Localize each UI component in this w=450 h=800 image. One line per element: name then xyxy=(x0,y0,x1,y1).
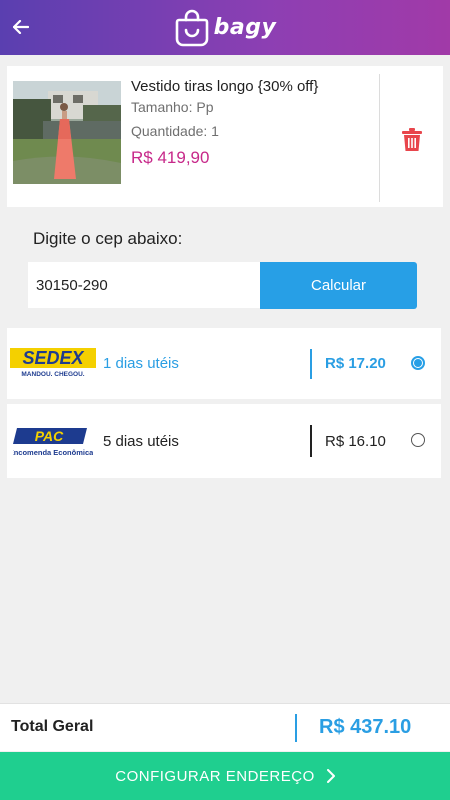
cart-item-card: Vestido tiras longo {30% off} Tamanho: P… xyxy=(7,66,443,207)
arrow-left-icon xyxy=(13,20,29,34)
product-size: Tamanho: Pp xyxy=(131,99,214,115)
shopping-bag-icon xyxy=(175,9,208,46)
product-price: R$ 419,90 xyxy=(131,148,210,167)
price-divider xyxy=(310,425,312,457)
product-image[interactable] xyxy=(13,81,121,184)
product-quantity: Quantidade: 1 xyxy=(131,123,219,139)
pac-tagline: Encomenda Econômica xyxy=(13,448,93,457)
sedex-tagline: MANDOU. CHEGOU. xyxy=(21,371,84,378)
price-divider xyxy=(310,349,312,379)
total-divider xyxy=(295,714,297,742)
trash-icon xyxy=(402,128,422,151)
shipping-price: R$ 17.20 xyxy=(325,355,386,372)
calculate-button[interactable]: Calcular xyxy=(260,262,417,309)
pac-logo: PAC Encomenda Econômica xyxy=(9,428,94,463)
cep-input[interactable] xyxy=(28,262,260,308)
shipping-days: 1 dias utéis xyxy=(103,355,179,372)
product-name: Vestido tiras longo {30% off} xyxy=(131,78,319,95)
shipping-price: R$ 16.10 xyxy=(325,433,386,450)
back-button[interactable] xyxy=(8,14,34,40)
pac-wordmark: PAC xyxy=(35,428,64,444)
shipping-option-sedex[interactable]: SEDEX MANDOU. CHEGOU. 1 dias utéis R$ 17… xyxy=(7,328,441,399)
app-header: bagy xyxy=(0,0,450,55)
total-bar: Total Geral R$ 437.10 xyxy=(0,703,450,751)
total-label: Total Geral xyxy=(11,718,94,735)
shipping-radio-unselected[interactable] xyxy=(411,433,425,447)
chevron-right-icon xyxy=(326,769,335,783)
card-divider xyxy=(379,74,380,202)
brand-logo: bagy xyxy=(174,9,277,47)
total-value: R$ 437.10 xyxy=(319,716,412,738)
sedex-wordmark: SEDEX xyxy=(22,348,84,368)
shipping-days: 5 dias utéis xyxy=(103,433,179,450)
cep-label: Digite o cep abaixo: xyxy=(33,229,183,248)
brand-name: bagy xyxy=(213,15,277,40)
sedex-logo: SEDEX MANDOU. CHEGOU. xyxy=(10,348,96,383)
shipping-option-pac[interactable]: PAC Encomenda Econômica 5 dias utéis R$ … xyxy=(7,404,441,478)
shipping-radio-selected[interactable] xyxy=(411,356,425,370)
cta-label: CONFIGURAR ENDEREÇO xyxy=(115,767,315,785)
configure-address-button[interactable]: CONFIGURAR ENDEREÇO xyxy=(0,752,450,800)
delete-item-button[interactable] xyxy=(401,128,423,152)
